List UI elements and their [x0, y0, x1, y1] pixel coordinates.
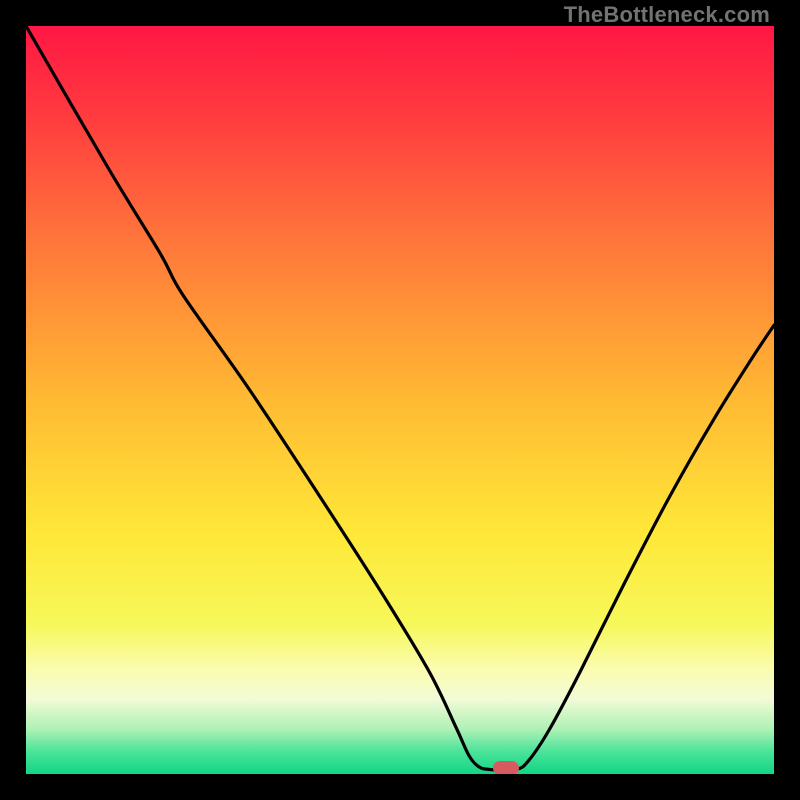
bottleneck-curve: [26, 26, 774, 774]
optimal-marker: [493, 761, 519, 774]
chart-frame: TheBottleneck.com: [0, 0, 800, 800]
plot-area: [26, 26, 774, 774]
watermark-label: TheBottleneck.com: [564, 2, 770, 28]
